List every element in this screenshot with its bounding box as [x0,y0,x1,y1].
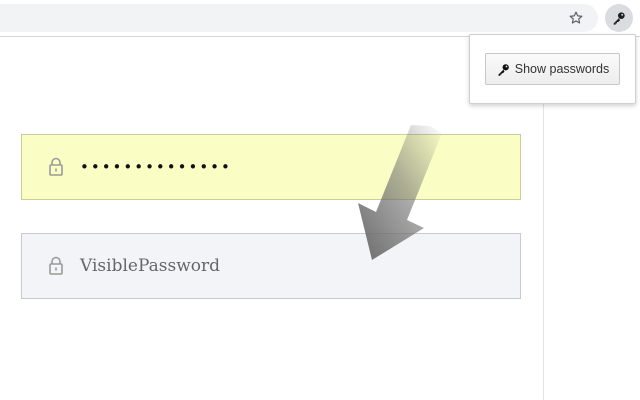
masked-password-field[interactable]: •••••••••••••• [21,134,521,200]
key-icon [498,63,509,76]
address-bar[interactable] [0,4,598,32]
lock-icon [49,157,63,176]
browser-toolbar [0,0,640,37]
password-popup: Show passwords [469,34,636,104]
show-passwords-button[interactable]: Show passwords [485,53,620,85]
visible-password-field[interactable]: VisiblePassword [21,233,521,299]
visible-password-value: VisiblePassword [80,256,221,276]
key-icon [613,12,625,25]
password-key-button[interactable] [605,4,633,32]
masked-password-value: •••••••••••••• [80,158,232,176]
lock-icon [49,256,63,275]
show-passwords-label: Show passwords [514,62,610,76]
star-icon[interactable] [568,10,584,26]
